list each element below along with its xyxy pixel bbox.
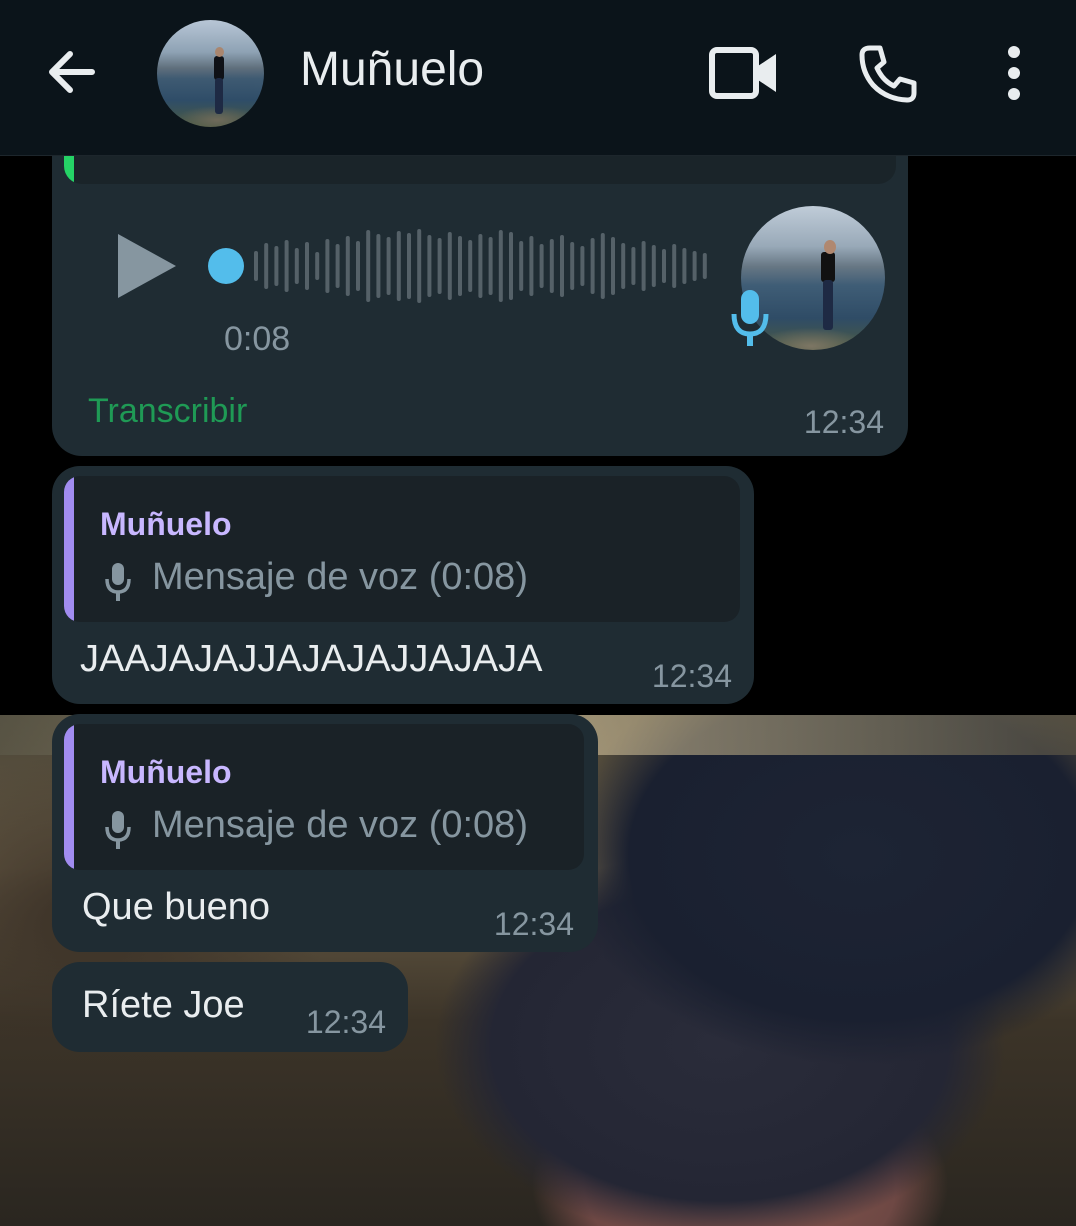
waveform-bar [600, 233, 605, 299]
waveform-bar [325, 239, 330, 293]
waveform-bar [335, 244, 340, 288]
waveform-bar [386, 237, 391, 295]
quote-accent-bar [64, 724, 74, 870]
play-icon[interactable] [112, 230, 182, 302]
message-text: Ríete Joe [82, 984, 245, 1026]
quote-sender-name: Muñuelo [100, 506, 232, 542]
waveform-bar [498, 230, 503, 302]
waveform-bar [631, 247, 636, 285]
waveform-bar [427, 235, 432, 297]
message-time: 12:34 [305, 1004, 386, 1040]
microphone-icon [105, 811, 131, 849]
message-text: Que bueno [82, 886, 271, 928]
waveform-bar [580, 246, 585, 286]
quoted-voice-message[interactable]: Muñuelo Mensaje de voz (0:08) [64, 476, 740, 622]
waveform-bar [672, 244, 677, 288]
video-call-icon[interactable] [708, 44, 780, 102]
quoted-voice-message[interactable]: Muñuelo Mensaje de voz (0:08) [64, 724, 584, 870]
quote-text: Mensaje de voz (0:08) [152, 556, 528, 598]
message-bubble[interactable]: Ríete Joe 12:34 [52, 962, 408, 1052]
voice-message-bubble[interactable]: 0:08 Transcribir 12:34 [52, 120, 908, 456]
waveform-bar [529, 236, 534, 296]
waveform-bar [570, 242, 575, 290]
chat-header: Muñuelo [0, 0, 1076, 156]
waveform-bar [611, 237, 615, 295]
waveform-bar [692, 251, 697, 281]
waveform-bar [682, 248, 687, 284]
waveform-bar [407, 233, 411, 299]
voice-waveform[interactable] [202, 226, 712, 306]
contact-name[interactable]: Muñuelo [300, 42, 484, 97]
message-bubble[interactable]: Muñuelo Mensaje de voz (0:08) JAAJAJAJJA… [52, 466, 754, 704]
waveform-bar [345, 236, 350, 296]
waveform-bar [356, 241, 360, 291]
waveform-bar [468, 240, 473, 292]
phone-call-icon[interactable] [856, 42, 920, 106]
waveform-bar [447, 232, 452, 300]
more-vert-icon[interactable] [996, 40, 1032, 106]
waveform-bar [621, 243, 626, 289]
waveform-bar [539, 244, 544, 288]
microphone-icon [731, 290, 769, 346]
waveform-bar [417, 229, 422, 303]
waveform-bar [366, 230, 371, 302]
waveform-progress-dot[interactable] [208, 248, 244, 284]
waveform-bar [560, 235, 564, 297]
waveform-bar [315, 252, 320, 280]
waveform-bar [254, 251, 258, 281]
waveform-bar [264, 243, 269, 289]
waveform-bar [662, 249, 666, 283]
voice-duration: 0:08 [224, 320, 291, 358]
waveform-bar [396, 231, 401, 301]
message-time: 12:34 [803, 404, 884, 440]
waveform-bar [549, 239, 554, 293]
waveform-bar [590, 238, 595, 294]
message-time: 12:34 [651, 658, 732, 694]
message-bubble[interactable]: Muñuelo Mensaje de voz (0:08) Que bueno … [52, 714, 598, 952]
back-arrow-icon[interactable] [40, 40, 104, 104]
waveform-bar [519, 241, 524, 291]
waveform-bar [376, 234, 381, 298]
microphone-icon [105, 563, 131, 601]
waveform-bar [284, 240, 289, 292]
waveform-bar [478, 234, 483, 298]
quote-accent-bar [64, 476, 74, 622]
transcribe-link[interactable]: Transcribir [88, 392, 247, 431]
contact-avatar[interactable] [157, 20, 264, 127]
waveform-bar [305, 242, 309, 290]
message-time: 12:34 [493, 906, 574, 942]
waveform-bar [294, 248, 299, 284]
waveform-bar [641, 241, 646, 291]
waveform-bar [274, 246, 279, 286]
waveform-bar [702, 253, 707, 279]
waveform-bar [437, 238, 442, 294]
message-text: JAAJAJAJJAJAJAJJAJAJA [80, 638, 543, 680]
waveform-bar [488, 237, 493, 295]
waveform-bar [509, 232, 513, 300]
waveform-bar [651, 245, 656, 287]
waveform-bar [458, 236, 462, 296]
quote-text: Mensaje de voz (0:08) [152, 804, 528, 846]
quote-sender-name: Muñuelo [100, 754, 232, 790]
